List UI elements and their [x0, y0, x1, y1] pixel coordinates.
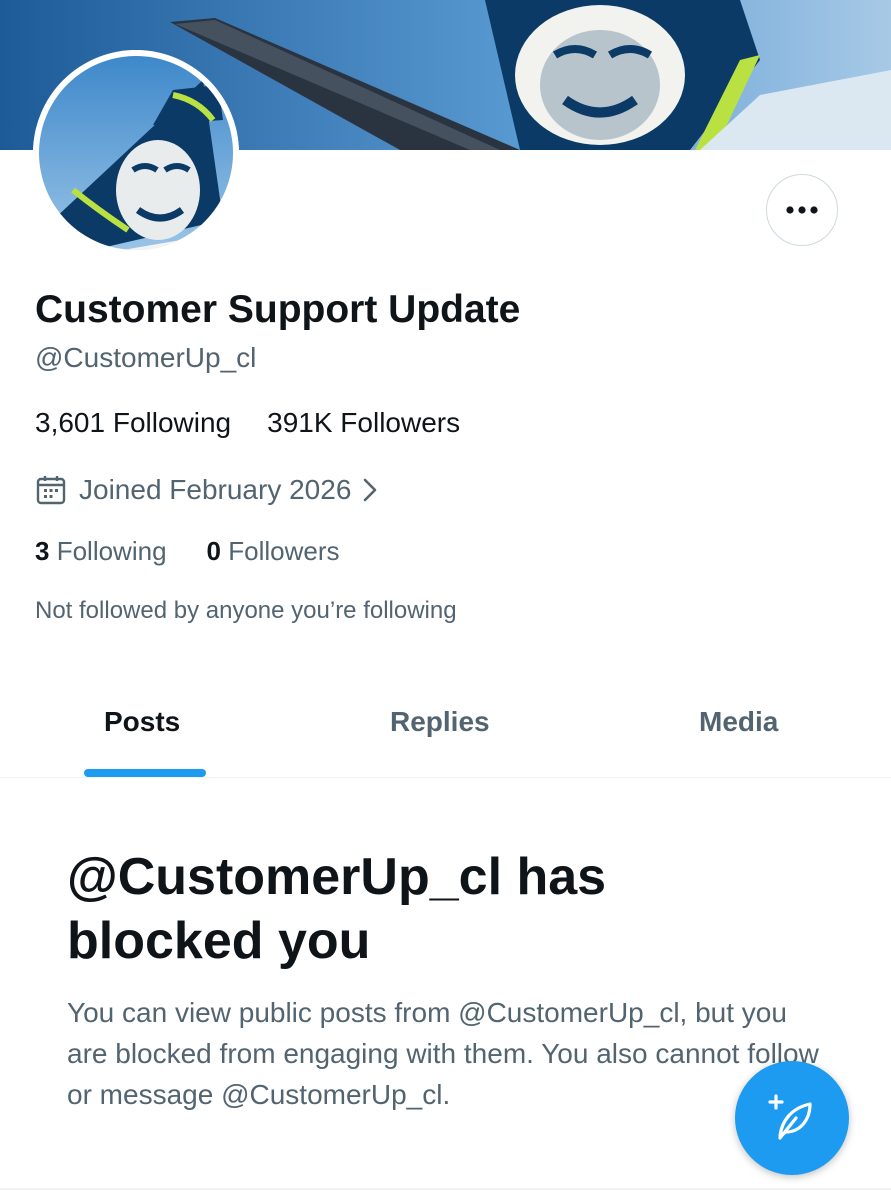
profile-avatar[interactable] — [33, 50, 239, 256]
tab-replies[interactable]: Replies — [390, 706, 490, 738]
tab-media[interactable]: Media — [699, 706, 778, 738]
compose-post-button[interactable] — [735, 1061, 849, 1175]
joined-date-row[interactable]: Joined February 2026 — [35, 472, 379, 508]
more-horizontal-icon — [786, 206, 818, 214]
chevron-right-icon — [361, 476, 379, 504]
followers-count: 0 — [206, 536, 221, 566]
bio-following-text: 3,601 Following — [35, 407, 232, 438]
active-tab-indicator — [84, 769, 206, 777]
bottom-divider — [0, 1188, 891, 1190]
following-label: Following — [56, 536, 167, 566]
calendar-icon — [35, 474, 67, 506]
blocked-title: @CustomerUp_cl has blocked you — [67, 848, 607, 970]
avatar-image — [33, 50, 239, 256]
profile-tabs: Posts Replies Media — [0, 670, 891, 778]
blocked-description: You can view public posts from @Customer… — [67, 997, 819, 1110]
more-options-button[interactable] — [766, 174, 838, 246]
following-link[interactable]: 3 Following — [35, 536, 167, 566]
bio-followers-text: 391K Followers — [267, 407, 461, 438]
compose-post-icon — [768, 1094, 812, 1140]
joined-date-text: Joined February 2026 — [79, 474, 352, 505]
not-followed-notice: Not followed by anyone you’re following — [35, 597, 457, 624]
following-count: 3 — [35, 536, 50, 566]
bio-stats-line: 3,601 Following 391K Followers — [35, 407, 460, 439]
followers-label: Followers — [228, 536, 340, 566]
follow-counts: 3 Following 0 Followers — [35, 536, 339, 567]
followers-link[interactable]: 0 Followers — [207, 536, 340, 566]
profile-display-name: Customer Support Update — [35, 288, 521, 331]
profile-handle: @CustomerUp_cl — [35, 342, 257, 373]
tab-posts[interactable]: Posts — [104, 706, 180, 738]
